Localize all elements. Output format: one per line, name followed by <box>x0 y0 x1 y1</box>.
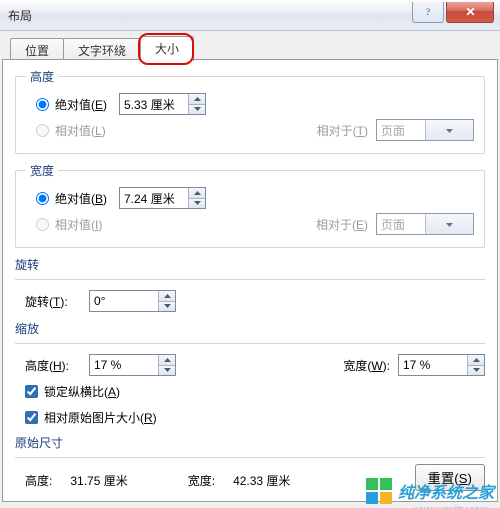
width-legend: 宽度 <box>26 162 58 179</box>
watermark: 纯净系统之家 www.ycwjzy.com <box>366 478 494 504</box>
window-title: 布局 <box>0 7 32 24</box>
titlebar: 布局 ? <box>0 0 500 31</box>
original-height: 高度: 31.75 厘米 <box>25 472 128 489</box>
height-relative-to-select: 页面 <box>376 119 474 141</box>
close-button[interactable] <box>446 2 494 23</box>
scale-width-label: 宽度(W): <box>343 357 390 374</box>
help-button[interactable]: ? <box>412 2 444 23</box>
scale-legend: 缩放 <box>15 320 485 337</box>
width-relative-to-label: 相对于(E) <box>316 216 368 233</box>
spinner-down-icon[interactable] <box>189 198 205 209</box>
width-absolute-input[interactable] <box>120 188 188 208</box>
tab-size[interactable]: 大小 <box>140 36 194 61</box>
lock-aspect-checkbox[interactable] <box>25 385 38 398</box>
chevron-down-icon <box>425 214 474 234</box>
scale-width-spinner[interactable] <box>398 354 485 376</box>
width-absolute-spinner[interactable] <box>119 187 206 209</box>
lock-aspect-label: 锁定纵横比(A) <box>44 383 120 400</box>
rotate-legend: 旋转 <box>15 256 485 273</box>
rotate-spinner[interactable] <box>89 290 176 312</box>
relative-original-checkbox[interactable] <box>25 411 38 424</box>
watermark-logo-icon <box>366 478 392 504</box>
width-relative-label: 相对值(I) <box>55 216 119 233</box>
watermark-text: 纯净系统之家 <box>398 479 494 503</box>
size-pane: 高度 绝对值(E) 相对值(L) 相对于(T) 页面 <box>2 59 498 502</box>
spinner-up-icon[interactable] <box>159 355 175 365</box>
height-group: 高度 绝对值(E) 相对值(L) 相对于(T) 页面 <box>15 68 485 154</box>
scale-height-input[interactable] <box>90 355 158 375</box>
width-absolute-radio[interactable] <box>36 192 49 205</box>
relative-original-label: 相对原始图片大小(R) <box>44 409 157 426</box>
height-relative-to-label: 相对于(T) <box>317 122 368 139</box>
spinner-up-icon[interactable] <box>189 188 205 198</box>
width-relative-radio <box>36 218 49 231</box>
height-legend: 高度 <box>26 68 58 85</box>
chevron-down-icon <box>425 120 474 140</box>
width-relative-to-select: 页面 <box>376 213 474 235</box>
spinner-down-icon[interactable] <box>159 301 175 312</box>
height-absolute-label: 绝对值(E) <box>55 96 119 113</box>
spinner-down-icon[interactable] <box>189 104 205 115</box>
height-relative-radio <box>36 124 49 137</box>
rotate-label: 旋转(T): <box>25 293 89 310</box>
tab-position[interactable]: 位置 <box>10 38 64 61</box>
height-absolute-radio[interactable] <box>36 98 49 111</box>
spinner-up-icon[interactable] <box>159 291 175 301</box>
tab-text-wrap[interactable]: 文字环绕 <box>63 38 141 61</box>
rotate-input[interactable] <box>90 291 158 311</box>
original-legend: 原始尺寸 <box>15 434 485 451</box>
scale-width-input[interactable] <box>399 355 467 375</box>
height-absolute-spinner[interactable] <box>119 93 206 115</box>
width-absolute-label: 绝对值(B) <box>55 190 119 207</box>
spinner-down-icon[interactable] <box>159 365 175 376</box>
scale-height-spinner[interactable] <box>89 354 176 376</box>
height-relative-label: 相对值(L) <box>55 122 119 139</box>
height-absolute-input[interactable] <box>120 94 188 114</box>
svg-text:?: ? <box>426 7 430 17</box>
spinner-up-icon[interactable] <box>468 355 484 365</box>
spinner-up-icon[interactable] <box>189 94 205 104</box>
original-width: 宽度: 42.33 厘米 <box>188 472 291 489</box>
width-group: 宽度 绝对值(B) 相对值(I) 相对于(E) 页面 <box>15 162 485 248</box>
scale-height-label: 高度(H): <box>25 357 89 374</box>
layout-dialog: 布局 ? 位置 文字环绕 大小 高度 绝对值(E) <box>0 0 500 508</box>
tab-strip: 位置 文字环绕 大小 <box>10 36 492 60</box>
spinner-down-icon[interactable] <box>468 365 484 376</box>
